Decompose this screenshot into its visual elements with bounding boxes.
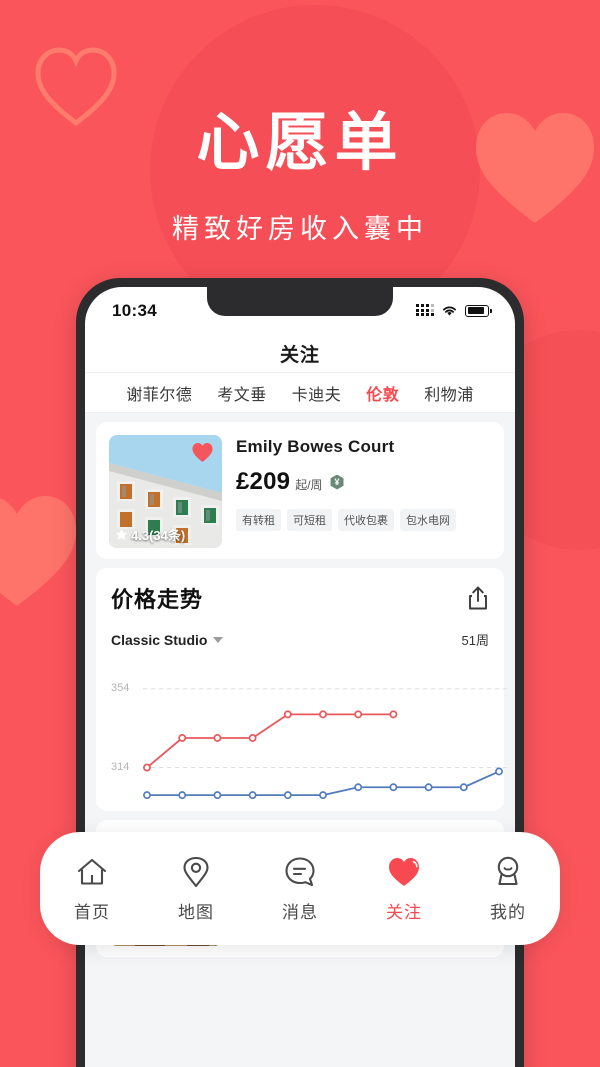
promo-headline: 心愿单 [196,108,404,178]
listing-price-unit: 起/周 [295,478,323,492]
nav-item-messages[interactable]: 消息 [258,855,342,923]
favorite-heart-icon[interactable] [191,442,214,463]
home-icon [77,858,107,885]
nav-item-profile[interactable]: 我的 [466,855,550,923]
listing-card[interactable]: 4.3(34条) Emily Bowes Court £209 起/周 ¥ 有转… [96,422,504,559]
city-tab-liverpool[interactable]: 利物浦 [424,381,474,405]
price-trend-title: 价格走势 [111,587,204,612]
map-pin-icon [183,856,209,887]
coin-badge-icon: ¥ [330,474,344,490]
nav-label: 关注 [386,902,422,922]
city-tab-london[interactable]: 伦敦 [366,381,399,405]
rating-text: 4.3(34条) [131,528,186,543]
nav-label: 我的 [490,902,526,922]
city-tab-cardiff[interactable]: 卡迪夫 [292,381,342,405]
nav-item-favorites[interactable]: 关注 [362,855,446,923]
promo-page: 心愿单 精致好房收入囊中 10:34 关注 谢菲尔德 考文垂 卡迪夫 伦敦 利物… [0,0,600,1067]
bottom-navigation-bar: 首页 地图 消息 关注 我的 [40,832,560,945]
heart-solid-decoration-left-icon [0,496,76,606]
nav-item-home[interactable]: 首页 [50,855,134,923]
rating-overlay: 4.3(34条) [109,525,222,544]
share-icon[interactable] [467,586,489,610]
battery-icon [465,304,492,317]
listing-price: £209 [236,468,291,495]
chat-bubble-icon [285,856,315,886]
city-tab-coventry[interactable]: 考文垂 [217,381,267,405]
city-tab-sheffield[interactable]: 谢菲尔德 [126,381,192,405]
phone-notch [207,287,393,316]
room-type-dropdown[interactable]: Classic Studio [111,631,224,648]
wifi-icon [443,306,456,316]
trend-range-label: 51周 [461,633,489,648]
listing-tag: 代收包裹 [338,509,394,531]
price-trend-chart: 354 314 [111,661,507,811]
listing-tag: 可短租 [287,509,332,531]
listing-tag: 有转租 [236,509,281,531]
listing-tag: 包水电网 [400,509,456,531]
promo-subline: 精致好房收入囊中 [172,214,428,244]
listing-info: Emily Bowes Court £209 起/周 ¥ 有转租 可短租 代收包… [236,435,491,548]
phone-mockup: 10:34 关注 谢菲尔德 考文垂 卡迪夫 伦敦 利物浦 4.3(34条) Em… [76,278,524,1067]
star-icon [115,528,128,540]
nav-label: 消息 [282,902,318,922]
heart-icon [389,857,419,886]
price-trend-header: 价格走势 [111,582,489,614]
listing-price-row: £209 起/周 ¥ [236,468,491,496]
city-tab-bar: 谢菲尔德 考文垂 卡迪夫 伦敦 利物浦 [85,372,515,413]
person-icon [497,856,519,885]
nav-label: 地图 [178,902,214,922]
price-trend-controls: Classic Studio 51周 [111,630,489,649]
price-trend-panel: 价格走势 Classic Studio 51周 354 314 [96,568,507,811]
page-title: 关注 [279,344,320,366]
room-type-label: Classic Studio [111,631,208,648]
nav-item-map[interactable]: 地图 [154,855,238,923]
listing-name: Emily Bowes Court [236,437,395,456]
listing-content: 4.3(34条) Emily Bowes Court £209 起/周 ¥ 有转… [85,413,515,1067]
signal-dots-icon [416,304,434,316]
listing-tags: 有转租 可短租 代收包裹 包水电网 [236,509,491,531]
chart-canvas [143,688,507,800]
phone-screen: 10:34 关注 谢菲尔德 考文垂 卡迪夫 伦敦 利物浦 4.3(34条) Em… [85,287,515,1067]
nav-label: 首页 [74,902,110,922]
status-bar-icons [416,304,492,317]
listing-thumbnail[interactable]: 4.3(34条) [109,435,222,548]
status-bar-clock: 10:34 [112,300,157,320]
chevron-down-icon [213,636,224,643]
